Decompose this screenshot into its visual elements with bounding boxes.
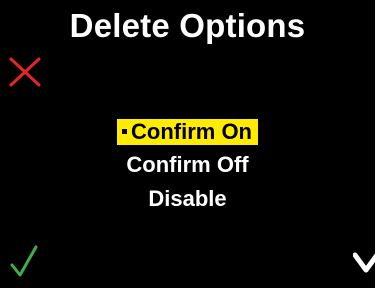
x-icon[interactable] — [8, 56, 42, 88]
option-label: Confirm Off — [126, 152, 249, 177]
selection-highlight: Confirm On — [117, 119, 258, 145]
page-title: Delete Options — [69, 7, 306, 44]
option-label: Disable — [148, 186, 227, 211]
option-label: Confirm On — [131, 119, 252, 144]
chevron-down-icon[interactable] — [353, 250, 375, 274]
checkmark-icon[interactable] — [9, 244, 39, 278]
device-screen: Delete Options Confirm On Confirm Off Di… — [0, 0, 375, 288]
option-confirm-off[interactable]: Confirm Off — [0, 152, 375, 178]
option-disable[interactable]: Disable — [0, 186, 375, 212]
selection-bullet-icon — [122, 128, 127, 134]
option-confirm-on[interactable]: Confirm On — [0, 119, 375, 145]
